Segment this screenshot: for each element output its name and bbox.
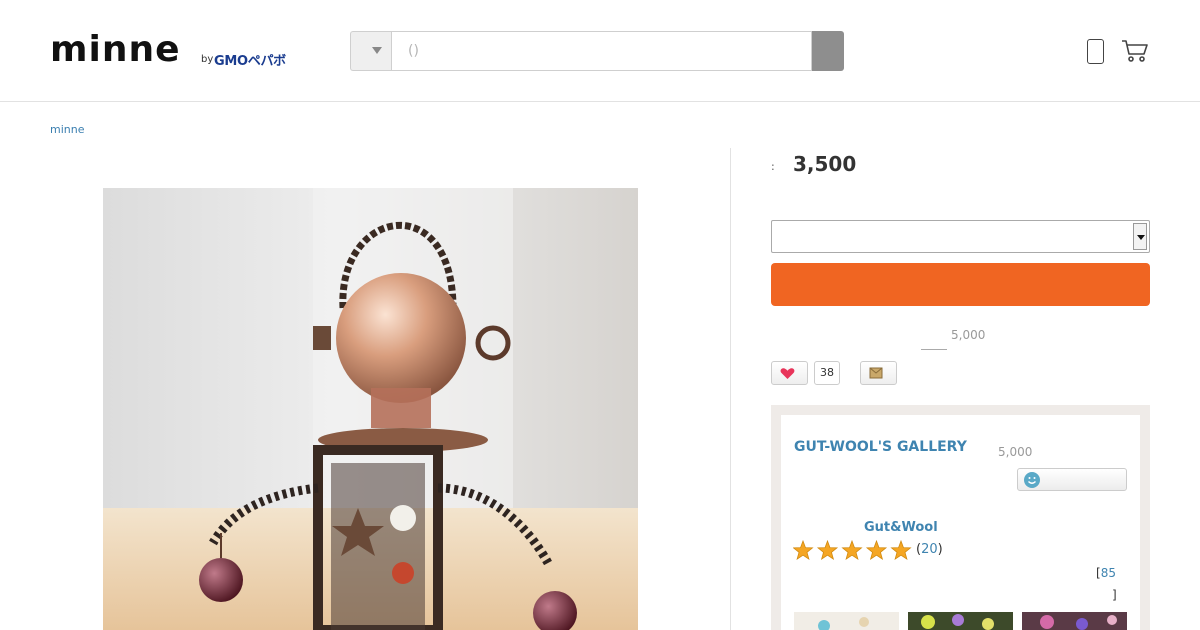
review-count-number[interactable]: 20 — [921, 542, 938, 557]
works-count[interactable]: [85 — [1096, 566, 1116, 580]
envelope-icon — [869, 367, 883, 379]
heart-icon — [780, 368, 795, 379]
logo-wordmark: minne — [50, 29, 181, 70]
star-icon — [865, 540, 888, 561]
site-header: minne by GMOペパボ — [0, 0, 1200, 102]
column-divider — [730, 148, 731, 630]
search-category-dropdown[interactable] — [350, 31, 392, 71]
star-icon — [793, 540, 814, 561]
review-count[interactable]: (20) — [916, 542, 943, 557]
smartphone-icon[interactable] — [1087, 39, 1104, 64]
robot-figure-image — [103, 188, 638, 630]
shipping-divider — [921, 349, 947, 350]
triangle-down-icon — [372, 47, 382, 54]
add-to-cart-button[interactable] — [771, 263, 1150, 306]
star-icon — [816, 540, 839, 561]
shop-card-inner: GUT-WOOL'S GALLERY 5,000 Gut&Wool (20) [… — [781, 415, 1140, 630]
product-price: 3,500 — [793, 152, 857, 176]
star-icon — [890, 540, 912, 561]
creator-name-link[interactable]: Gut&Wool — [864, 520, 938, 535]
favorite-count: 38 — [814, 361, 840, 385]
shop-work-thumbnail[interactable] — [794, 612, 899, 630]
triangle-down-icon — [1137, 235, 1145, 240]
logo-by-text: by — [201, 54, 214, 65]
follow-button[interactable] — [1017, 468, 1127, 491]
search-bar — [350, 31, 844, 71]
shop-card: GUT-WOOL'S GALLERY 5,000 Gut&Wool (20) [… — [771, 405, 1150, 630]
search-button[interactable] — [812, 31, 844, 71]
favorite-button[interactable] — [771, 361, 808, 385]
works-count-number[interactable]: 85 — [1101, 566, 1116, 580]
works-bracket-close: ] — [1112, 588, 1117, 602]
rating-stars — [793, 540, 912, 561]
cart-icon[interactable] — [1121, 38, 1149, 64]
search-input[interactable] — [391, 31, 812, 71]
shop-work-thumbnail[interactable] — [908, 612, 1013, 630]
smile-icon — [1024, 472, 1040, 488]
select-arrow — [1133, 223, 1147, 250]
message-button[interactable] — [860, 361, 897, 385]
shop-note: 5,000 — [998, 445, 1033, 459]
breadcrumb-home[interactable]: minne — [50, 123, 84, 136]
quantity-select[interactable] — [771, 220, 1150, 253]
shop-name-link[interactable]: GUT-WOOL'S GALLERY — [794, 439, 967, 455]
free-shipping-threshold: 5,000 — [951, 328, 986, 342]
shop-work-thumbnail[interactable] — [1022, 612, 1127, 630]
product-photo[interactable] — [103, 188, 638, 630]
star-icon — [841, 540, 863, 561]
logo-company: GMOペパボ — [214, 54, 286, 69]
price-label: : — [771, 160, 775, 173]
